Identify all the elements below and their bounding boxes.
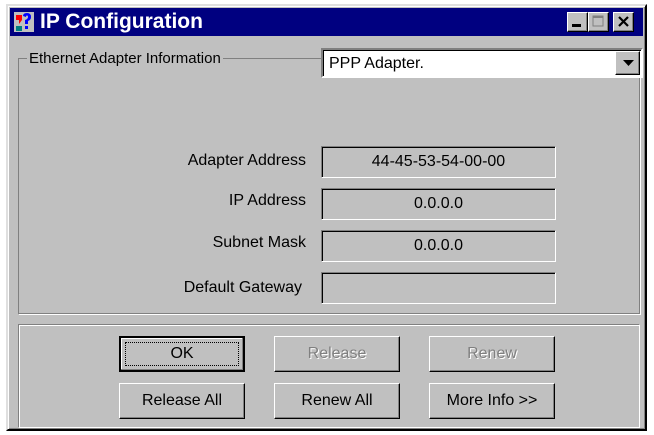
release-all-button[interactable]: Release All [119,383,245,419]
ok-button[interactable]: OK [119,336,245,372]
maximize-button[interactable] [588,12,609,32]
adapter-select-value: PPP Adapter. [329,55,424,72]
renew-all-button[interactable]: Renew All [274,383,400,419]
adapter-dropdown-button[interactable] [615,51,640,75]
adapter-address-value: 44-45-53-54-00-00 [321,146,556,178]
network-help-icon[interactable] [14,12,34,32]
subnet-mask-value: 0.0.0.0 [321,230,556,262]
title-bar[interactable]: IP Configuration [10,8,643,36]
renew-all-button-label: Renew All [301,392,373,409]
default-gateway-label: Default Gateway [183,279,302,296]
minimize-button[interactable] [567,12,588,32]
renew-button[interactable]: Renew [429,336,555,372]
release-button[interactable]: Release [274,336,400,372]
default-gateway-value [321,272,556,304]
ip-address-label: IP Address [228,192,306,209]
more-info-button-label: More Info >> [446,392,538,409]
adapter-address-label: Adapter Address [187,152,306,169]
adapter-select[interactable]: PPP Adapter. [321,48,643,78]
window-title: IP Configuration [40,10,203,33]
release-button-label: Release [307,345,367,362]
ip-configuration-window: IP Configuration Ethernet Adapter Inform… [6,4,647,431]
close-button[interactable] [613,12,634,32]
subnet-mask-label: Subnet Mask [212,234,306,251]
renew-button-label: Renew [467,345,517,362]
release-all-button-label: Release All [141,392,223,409]
more-info-button[interactable]: More Info >> [429,383,555,419]
ok-button-label: OK [170,345,194,362]
group-legend: Ethernet Adapter Information [27,50,223,67]
ip-address-value: 0.0.0.0 [321,188,556,220]
